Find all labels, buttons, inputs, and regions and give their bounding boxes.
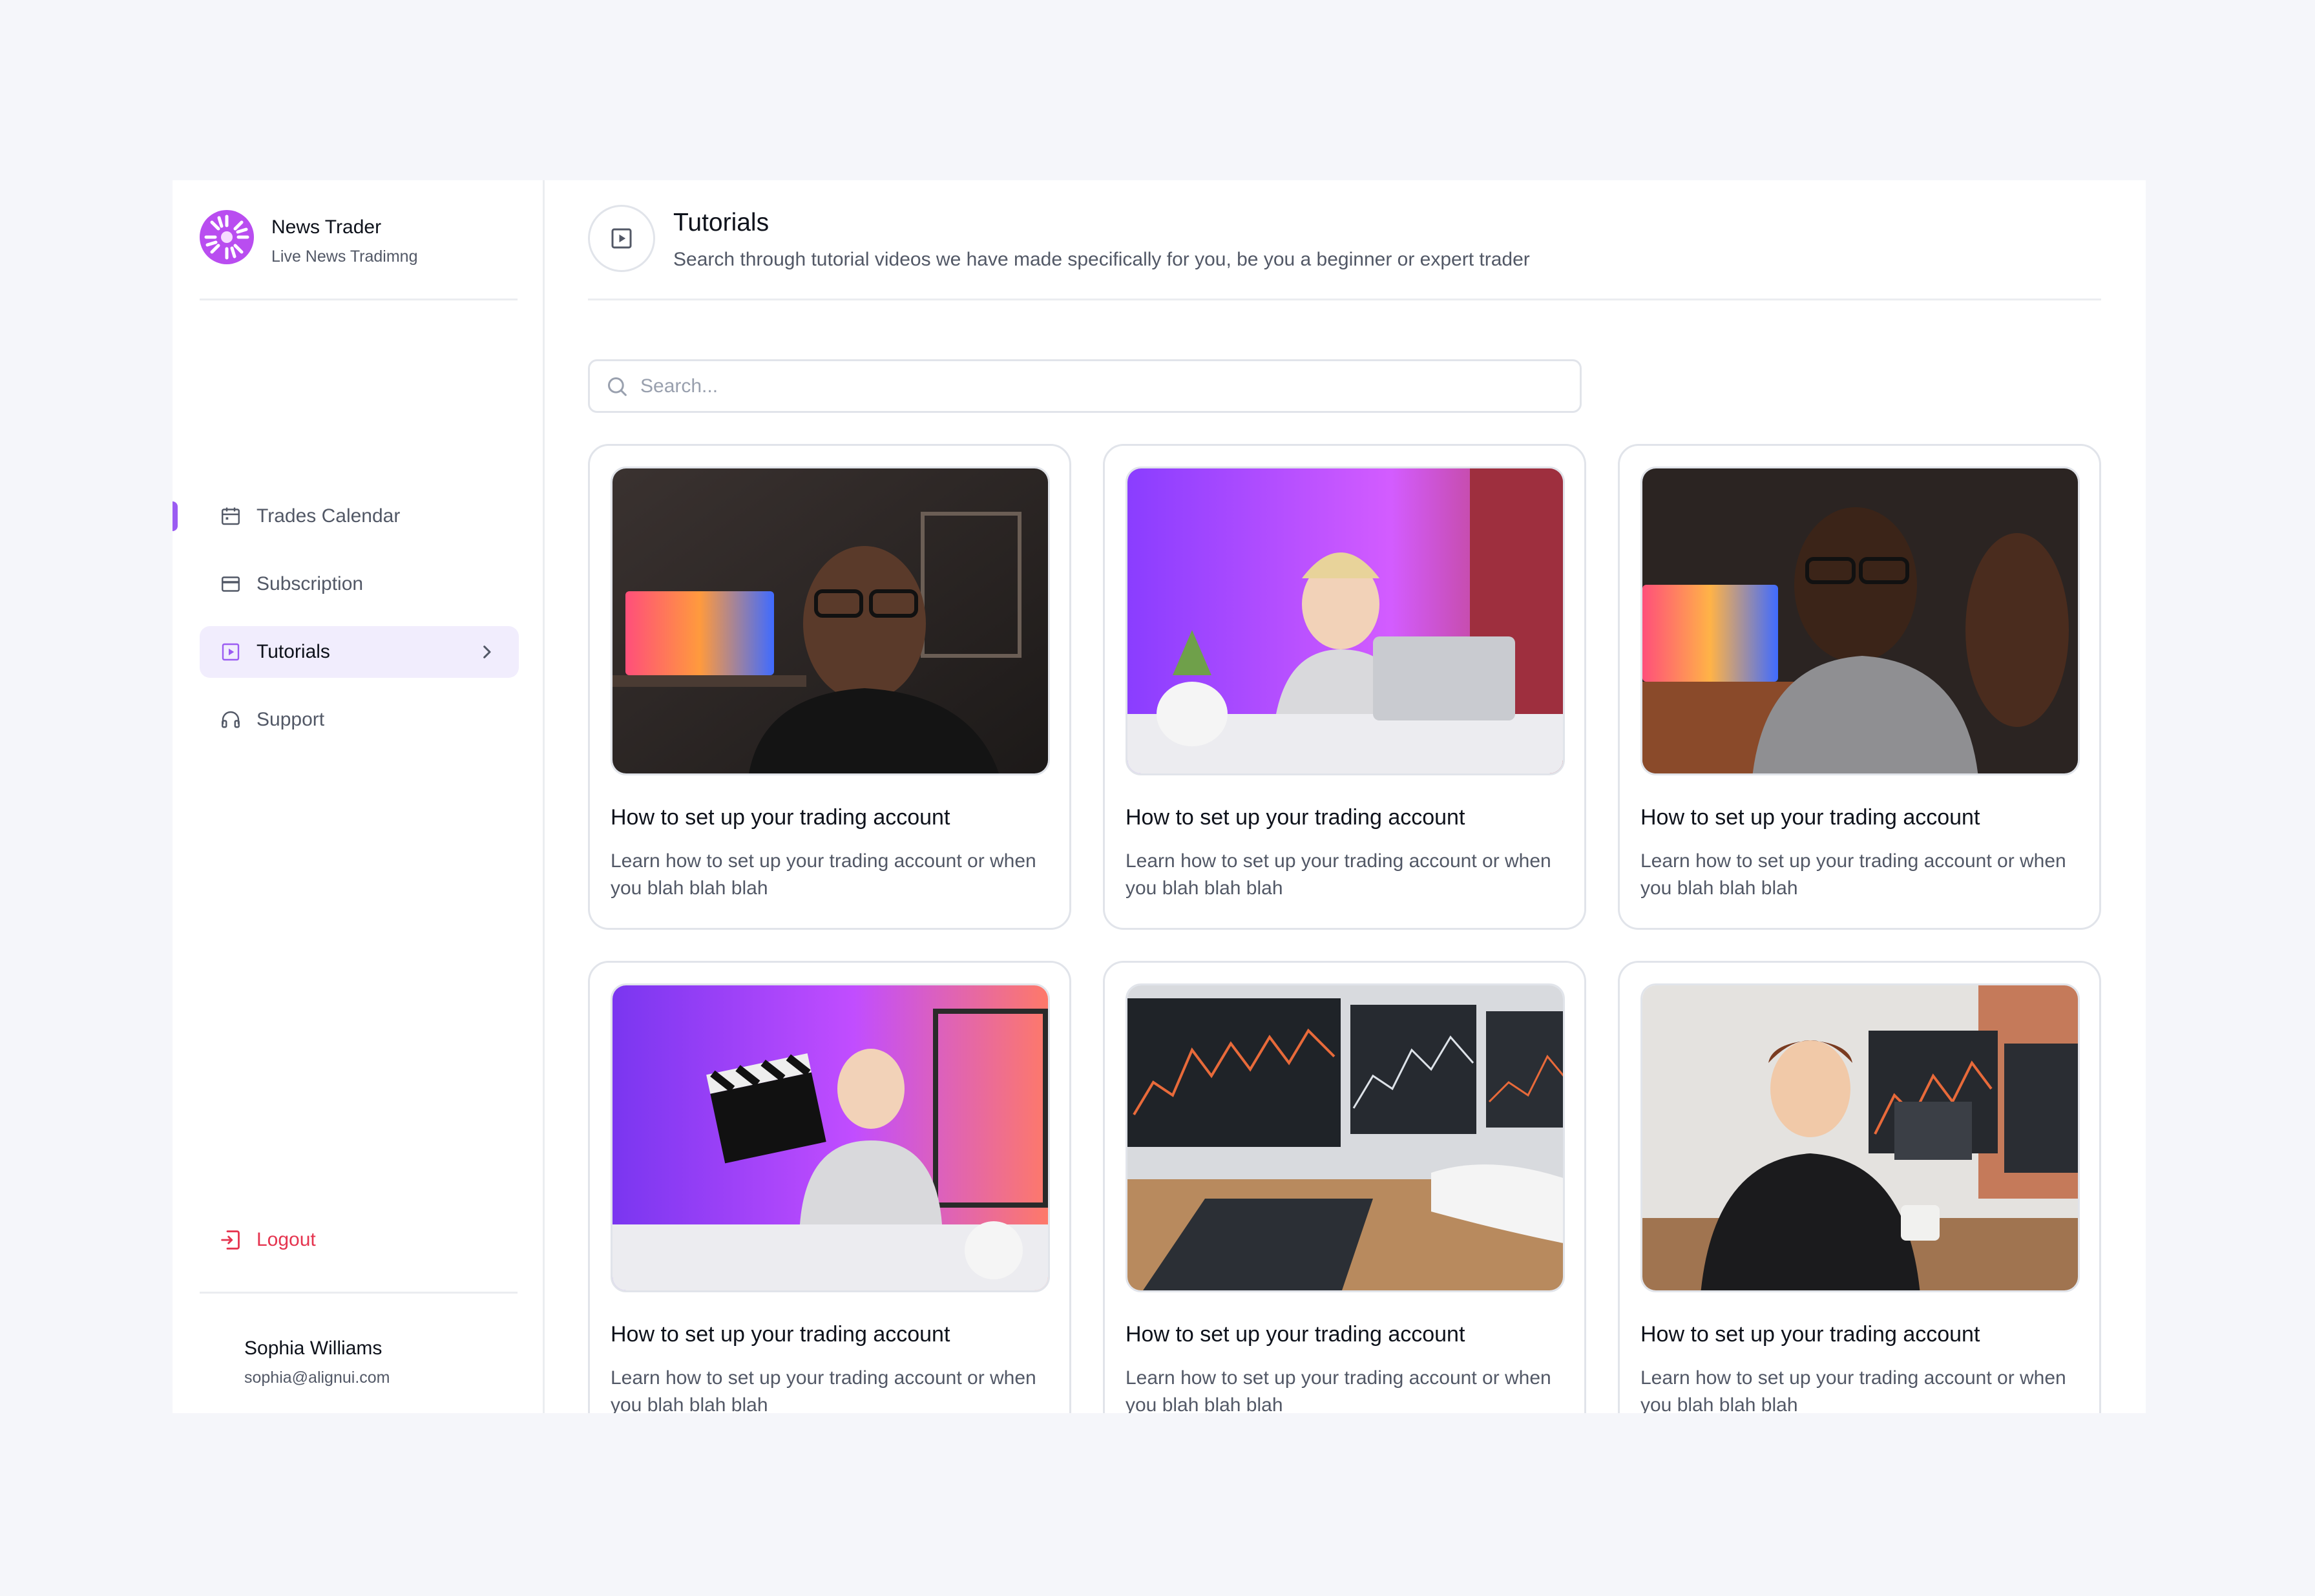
user-name: Sophia Williams: [244, 1338, 382, 1359]
sidebar: News Trader Live News Tradimng Trades Ca…: [173, 180, 545, 1413]
video-thumbnail[interactable]: [611, 467, 1050, 775]
tutorial-card[interactable]: How to set up your trading account Learn…: [588, 444, 1071, 930]
play-square-icon: [218, 639, 244, 665]
card-title: How to set up your trading account: [1640, 805, 1980, 830]
tutorial-card[interactable]: How to set up your trading account Learn…: [1103, 961, 1586, 1413]
brand-subtitle: Live News Tradimng: [271, 247, 418, 266]
page-description: Search through tutorial videos we have m…: [673, 249, 1530, 270]
sidebar-item-tutorials[interactable]: Tutorials: [200, 626, 519, 678]
video-thumbnail[interactable]: [1640, 983, 2080, 1292]
calendar-icon: [218, 503, 244, 529]
sidebar-item-label: Trades Calendar: [257, 505, 401, 527]
active-nav-marker: [173, 501, 178, 531]
play-square-icon: [588, 205, 655, 272]
app-window: News Trader Live News Tradimng Trades Ca…: [173, 180, 2146, 1413]
logout-button[interactable]: Logout: [218, 1227, 316, 1253]
page-title: Tutorials: [673, 209, 770, 236]
headphones-icon: [218, 707, 244, 733]
sidebar-item-label: Support: [257, 709, 325, 730]
brand[interactable]: News Trader Live News Tradimng: [200, 210, 518, 300]
sidebar-item-label: Subscription: [257, 573, 364, 594]
card-title: How to set up your trading account: [611, 1322, 950, 1347]
card-title: How to set up your trading account: [611, 805, 950, 830]
tutorial-card[interactable]: How to set up your trading account Learn…: [1618, 961, 2101, 1413]
card-description: Learn how to set up your trading account…: [611, 1367, 1036, 1413]
sidebar-item-label: Tutorials: [257, 641, 330, 662]
video-thumbnail[interactable]: [1126, 983, 1565, 1292]
search-icon: [604, 373, 630, 399]
search-box[interactable]: [588, 359, 1582, 413]
sidebar-item-support[interactable]: Support: [200, 694, 519, 746]
card-description: Learn how to set up your trading account…: [1126, 1367, 1551, 1413]
user-profile[interactable]: Sophia Williams sophia@alignui.com: [200, 1292, 518, 1413]
video-thumbnail[interactable]: [1640, 467, 2080, 775]
logout-label: Logout: [257, 1229, 316, 1250]
card-description: Learn how to set up your trading account…: [1640, 850, 2066, 899]
brand-name: News Trader: [271, 216, 382, 238]
card-title: How to set up your trading account: [1640, 1322, 1980, 1347]
credit-card-icon: [218, 571, 244, 597]
card-title: How to set up your trading account: [1126, 805, 1465, 830]
sidebar-item-subscription[interactable]: Subscription: [200, 558, 519, 610]
brand-logo: [200, 210, 254, 264]
card-title: How to set up your trading account: [1126, 1322, 1465, 1347]
card-description: Learn how to set up your trading account…: [1640, 1367, 2066, 1413]
tutorial-card[interactable]: How to set up your trading account Learn…: [588, 961, 1071, 1413]
video-thumbnail[interactable]: [611, 983, 1050, 1292]
search-input[interactable]: [640, 375, 1580, 397]
tutorial-card[interactable]: How to set up your trading account Learn…: [1618, 444, 2101, 930]
video-thumbnail[interactable]: [1126, 467, 1565, 775]
logout-icon: [218, 1227, 244, 1253]
sidebar-nav: Trades Calendar Subscription Tutorials S…: [200, 490, 519, 762]
card-description: Learn how to set up your trading account…: [611, 850, 1036, 899]
user-email: sophia@alignui.com: [244, 1369, 390, 1387]
page-header: Tutorials Search through tutorial videos…: [588, 205, 2101, 300]
sidebar-item-trades-calendar[interactable]: Trades Calendar: [200, 490, 519, 542]
chevron-right-icon: [474, 639, 499, 665]
card-description: Learn how to set up your trading account…: [1126, 850, 1551, 899]
tutorial-card[interactable]: How to set up your trading account Learn…: [1103, 444, 1586, 930]
